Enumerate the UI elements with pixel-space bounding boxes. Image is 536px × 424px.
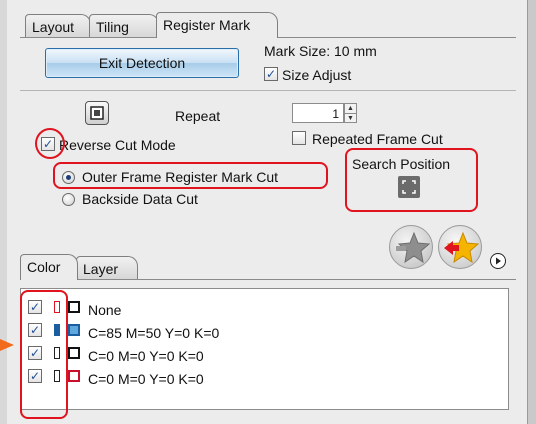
color-label: C=0 M=0 Y=0 K=0 bbox=[88, 371, 204, 387]
repeated-frame-cut-checkbox[interactable] bbox=[292, 131, 306, 145]
repeat-count-input[interactable]: 1 bbox=[292, 103, 344, 123]
color-list: ✓ None ✓ C=85 M=50 Y=0 K=0 ✓ C=0 M=0 Y=0… bbox=[20, 288, 509, 410]
star-gray-icon[interactable] bbox=[389, 225, 433, 269]
repeat-label: Repeat bbox=[175, 108, 221, 124]
tab-tiling-label: Tiling bbox=[96, 19, 129, 35]
tab-color-label: Color bbox=[27, 259, 61, 275]
exit-detection-label: Exit Detection bbox=[98, 55, 186, 71]
panel-scrollbar[interactable] bbox=[527, 0, 536, 424]
exit-detection-button[interactable]: Exit Detection bbox=[45, 48, 239, 78]
list-item[interactable]: ✓ None bbox=[21, 296, 508, 319]
row-checkbox[interactable]: ✓ bbox=[28, 323, 42, 337]
size-adjust-checkbox[interactable]: ✓ bbox=[264, 67, 278, 81]
reverse-cut-mode-checkbox[interactable]: ✓ bbox=[41, 137, 55, 151]
stepper-up-icon[interactable]: ▲ bbox=[345, 104, 356, 113]
row-checkbox[interactable]: ✓ bbox=[28, 346, 42, 360]
list-item[interactable]: ✓ C=85 M=50 Y=0 K=0 bbox=[21, 319, 508, 342]
outer-frame-label: Outer Frame Register Mark Cut bbox=[82, 169, 279, 185]
tab-layer-label: Layer bbox=[83, 261, 119, 277]
color-label: None bbox=[88, 302, 122, 318]
section-divider-1 bbox=[20, 90, 516, 91]
color-swatch bbox=[68, 347, 80, 359]
color-label: C=85 M=50 Y=0 K=0 bbox=[88, 325, 220, 341]
repeated-frame-cut-label: Repeated Frame Cut bbox=[312, 131, 443, 147]
mark-size-value: 10 mm bbox=[334, 43, 377, 59]
color-swatch bbox=[68, 301, 80, 313]
mark-size-label: Mark Size: 10 mm bbox=[264, 44, 377, 58]
reverse-cut-mode-label: Reverse Cut Mode bbox=[59, 137, 176, 153]
repeat-count-stepper[interactable]: ▲ ▼ bbox=[344, 103, 357, 123]
row-checkbox[interactable]: ✓ bbox=[28, 300, 42, 314]
tab-layout-label: Layout bbox=[32, 19, 75, 35]
mark-size-caption: Mark Size: bbox=[264, 43, 331, 59]
color-label: C=0 M=0 Y=0 K=0 bbox=[88, 348, 204, 364]
row-checkbox[interactable]: ✓ bbox=[28, 369, 42, 383]
search-position-button[interactable] bbox=[398, 176, 420, 198]
stroke-indicator bbox=[54, 324, 60, 336]
repeat-icon bbox=[85, 101, 109, 125]
outer-frame-radio[interactable] bbox=[62, 171, 75, 184]
panel-menu-icon[interactable] bbox=[490, 253, 506, 269]
search-position-icon bbox=[402, 180, 416, 194]
stroke-indicator bbox=[54, 301, 60, 313]
stroke-indicator bbox=[54, 370, 60, 382]
tab-register-mark[interactable]: Register Mark bbox=[156, 12, 278, 38]
backside-data-label: Backside Data Cut bbox=[82, 191, 198, 207]
tab-tiling[interactable]: Tiling bbox=[89, 14, 159, 38]
list-item[interactable]: ✓ C=0 M=0 Y=0 K=0 bbox=[21, 342, 508, 365]
tab-layout[interactable]: Layout bbox=[25, 14, 91, 38]
bottom-tab-line bbox=[20, 279, 516, 280]
tab-layer[interactable]: Layer bbox=[76, 256, 138, 280]
tab-register-mark-label: Register Mark bbox=[163, 17, 251, 33]
register-mark-panel: Layout Tiling Register Mark Exit Detecti… bbox=[7, 0, 527, 424]
size-adjust-label: Size Adjust bbox=[282, 67, 352, 83]
stroke-indicator bbox=[54, 347, 60, 359]
star-color-icon[interactable] bbox=[438, 225, 482, 269]
repeat-count-value: 1 bbox=[332, 107, 339, 121]
list-item[interactable]: ✓ C=0 M=0 Y=0 K=0 bbox=[21, 365, 508, 388]
search-position-label: Search Position bbox=[352, 156, 451, 172]
pointer-arrow-icon bbox=[0, 337, 16, 353]
stepper-down-icon[interactable]: ▼ bbox=[345, 113, 356, 122]
color-swatch bbox=[68, 370, 80, 382]
tab-color[interactable]: Color bbox=[20, 254, 78, 280]
color-swatch bbox=[68, 324, 80, 336]
backside-data-radio[interactable] bbox=[62, 193, 75, 206]
